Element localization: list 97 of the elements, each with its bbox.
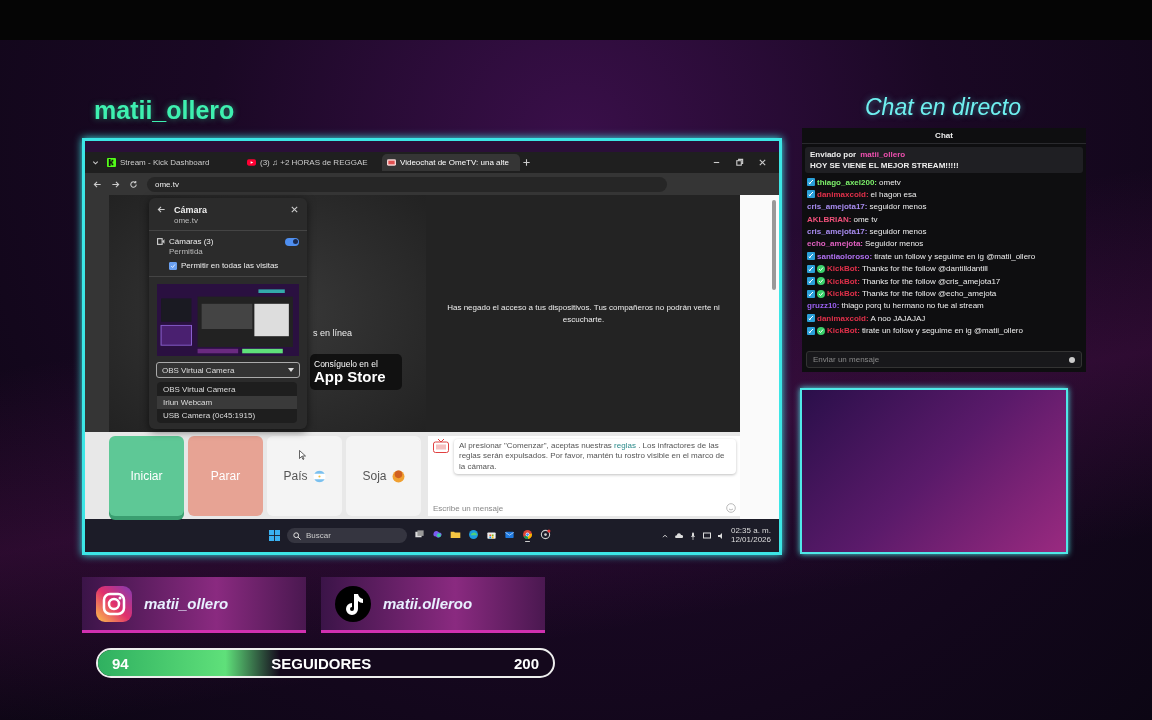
reload-icon[interactable]	[129, 179, 138, 189]
chat-username[interactable]: KickBot:	[827, 264, 860, 274]
chat-text: Thanks for the follow @dantilldantill	[861, 264, 988, 274]
gender-button[interactable]: Soja	[346, 436, 421, 516]
browser-tab[interactable]: Videochat de OmeTV: una alte	[382, 154, 520, 171]
chat-username[interactable]: gruzz10:	[807, 301, 840, 311]
scrollbar[interactable]	[772, 200, 776, 290]
country-button[interactable]: País	[267, 436, 342, 516]
microphone-icon[interactable]	[688, 531, 697, 540]
chat-username[interactable]: cris_amejota17:	[807, 227, 868, 237]
chat-username[interactable]: AKLBRIAN:	[807, 214, 852, 224]
pinned-label: Enviado por	[810, 150, 857, 159]
clock[interactable]: 02:35 a. m. 12/01/2026	[730, 526, 771, 545]
play-icon	[247, 158, 256, 167]
chat-title: Chat	[802, 128, 1086, 144]
browser-tab[interactable]: (3) ♫ +2 HORAS de REGGAE	[242, 154, 380, 171]
close-icon[interactable]	[758, 158, 767, 167]
chat-text: el hagon esa	[870, 189, 917, 199]
windows-icon[interactable]	[269, 530, 280, 541]
checkbox-label: Permitir en todas las visitas	[181, 261, 279, 270]
channel-name: matii_ollero	[94, 95, 235, 125]
goal-label: SEGUIDORES	[271, 654, 372, 672]
denied-message: Has negado el acceso a tus dispositivos. Tus compañeros no podrán verte ni escucharte.	[446, 302, 721, 325]
chat-text: seguidor menos	[869, 227, 927, 237]
address-bar[interactable]: ome.tv	[147, 176, 667, 192]
chat-text: Thanks for the follow @echo_amejota	[861, 289, 997, 298]
chat-text: tirate un follow y seguime en ig @matii_ollero	[861, 326, 1023, 336]
chat-text: seguidor menos	[869, 202, 927, 212]
chat-text: ometv	[879, 177, 901, 187]
tiktok-icon	[335, 585, 371, 622]
social-handle: matii.olleroo	[383, 595, 473, 612]
dropdown-option[interactable]: USB Camera (0c45:1915)	[157, 409, 297, 422]
popup-title: Cámara	[174, 205, 208, 215]
goal-current: 94	[112, 654, 129, 672]
rules-notice: Al presionar "Comenzar", aceptas nuestras reglas . Los infractores de las reglas serán expulsados. Por favor, mantén tu rostro visible en el marco de la cámara.	[454, 439, 736, 475]
message-field[interactable]: Escribe un mensaje	[433, 503, 736, 513]
checkbox[interactable]	[169, 261, 177, 270]
goal-target: 200	[513, 654, 539, 672]
active-indicator	[525, 540, 530, 542]
chat-text: Seguidor menos	[865, 239, 924, 249]
camera-icon	[157, 238, 165, 245]
chat-username[interactable]: danimaxcold:	[817, 189, 869, 199]
chat-username[interactable]: santiaoloroso:	[817, 251, 873, 261]
social-handle: matii_ollero	[144, 595, 229, 612]
browser-tab[interactable]: Stream - Kick Dashboard	[102, 154, 240, 171]
flag-icon	[312, 469, 326, 483]
chat-username[interactable]: thiago_axel200:	[817, 177, 878, 187]
restore-icon[interactable]	[735, 158, 744, 167]
permission-label: Cámaras (3)	[169, 237, 215, 246]
online-text: s en línea	[313, 328, 353, 338]
dropdown-option[interactable]: Iriun Webcam	[157, 396, 297, 409]
chat-username[interactable]: cris_amejota17:	[807, 202, 868, 212]
chat-heading: Chat en directo	[865, 93, 1021, 121]
caret-icon	[288, 368, 294, 372]
back-arrow-icon[interactable]	[93, 179, 102, 189]
chat-username[interactable]: KickBot:	[827, 326, 860, 336]
chat-input[interactable]: Enviar un mensaje	[806, 351, 1082, 368]
chat-text: thiago porq tu hermano no fue al stream	[841, 301, 984, 311]
emoji-icon[interactable]	[1069, 356, 1075, 363]
swirl-icon[interactable]	[432, 528, 443, 540]
chat-username[interactable]: KickBot:	[827, 289, 860, 298]
window-stack-icon[interactable]	[414, 528, 425, 540]
chat-text: A noo JAJAJAJ	[870, 313, 926, 323]
search-icon	[293, 531, 301, 540]
app-store-badge[interactable]: Consíguelo en el App Store	[310, 354, 402, 390]
pinned-text: HOY SE VIENE EL MEJOR STREAM!!!!!	[810, 161, 960, 170]
avatar-icon	[391, 469, 405, 483]
cursor-icon	[299, 450, 306, 460]
chat-text: ome tv	[853, 214, 878, 224]
record-icon[interactable]	[540, 528, 551, 540]
chat-username[interactable]: KickBot:	[827, 276, 860, 286]
permission-status: Permitida	[169, 247, 204, 256]
dropdown-option[interactable]: OBS Virtual Camera	[157, 383, 297, 396]
cloud-icon[interactable]	[674, 531, 683, 540]
close-icon[interactable]	[290, 205, 299, 214]
chrome-icon[interactable]	[522, 528, 533, 540]
rules-link[interactable]: reglas	[614, 441, 636, 450]
permission-toggle[interactable]	[285, 237, 299, 246]
chat-username[interactable]: echo_amejota:	[807, 239, 864, 249]
monitor-icon[interactable]	[702, 531, 711, 540]
instagram-icon	[96, 585, 132, 622]
wave-icon[interactable]	[468, 528, 479, 540]
search-field[interactable]: Buscar	[287, 528, 407, 543]
kick-logo-icon	[107, 158, 116, 167]
chat-username[interactable]: danimaxcold:	[817, 313, 869, 323]
plus-icon[interactable]	[522, 158, 531, 167]
pinned-author: matii_ollero	[860, 150, 906, 159]
chat-text: Thanks for the follow @cris_amejota17	[861, 276, 1001, 286]
site-name: ome.tv	[174, 216, 199, 225]
speaker-icon[interactable]	[716, 531, 725, 540]
tv-icon	[433, 439, 449, 453]
back-arrow-icon[interactable]	[157, 205, 166, 214]
chat-text: tirate un follow y seguime en ig @matii_ollero	[874, 251, 1036, 261]
tv-icon	[387, 158, 396, 167]
chevron-down-icon[interactable]	[91, 158, 100, 167]
forward-arrow-icon[interactable]	[111, 179, 120, 189]
camera-dropdown[interactable]: OBS Virtual Camera	[156, 362, 300, 378]
